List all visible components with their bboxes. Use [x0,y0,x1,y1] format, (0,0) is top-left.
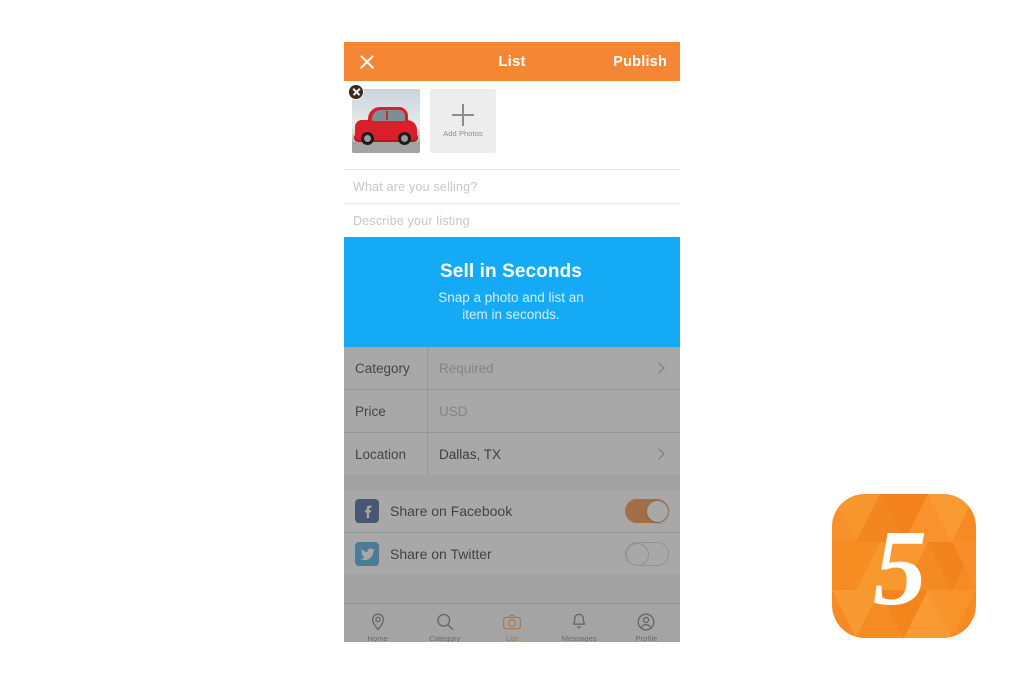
close-circle-icon[interactable] [348,84,364,100]
bottom-filler [344,575,680,603]
twitter-icon [355,542,379,566]
person-circle-icon [637,613,655,630]
toggle-knob [646,500,668,522]
app-logo: 5 [830,492,978,640]
publish-button[interactable]: Publish [613,54,667,70]
photo-thumbnail[interactable] [348,84,420,153]
tab-messages-label: Messages [561,633,597,643]
form-row-location[interactable]: Location Dallas, TX [344,433,680,475]
social-row-facebook[interactable]: Share on Facebook [344,490,680,533]
section-divider [344,475,680,490]
tab-list[interactable]: List [478,612,545,643]
app-logo-icon: 5 [832,494,976,638]
location-value: Dallas, TX [439,446,502,462]
category-label: Category [344,347,428,389]
twitter-toggle[interactable] [625,542,669,566]
toggle-knob [626,543,649,566]
twitter-label: Share on Twitter [390,546,492,562]
promo-title: Sell in Seconds [440,261,582,282]
facebook-icon [355,499,379,523]
price-value: USD [439,403,468,419]
category-value: Required [439,360,494,376]
close-icon[interactable] [357,52,377,72]
tab-profile-label: Profile [635,633,658,643]
listing-details-group: Category Required Price USD Location Dal… [344,347,680,475]
chevron-right-icon [648,448,670,460]
search-icon [437,613,453,630]
listing-title-input[interactable]: What are you selling? [344,169,680,203]
tab-list-label: List [505,633,519,643]
form-row-price[interactable]: Price USD [344,390,680,433]
location-pin-icon [371,612,384,630]
car-windows [372,110,405,121]
listing-title-placeholder: What are you selling? [353,179,478,194]
listing-description-placeholder: Describe your listing [353,213,470,228]
tab-messages[interactable]: Messages [546,612,613,643]
plus-icon [452,104,474,126]
listing-description-input[interactable]: Describe your listing [344,203,680,237]
form-row-category[interactable]: Category Required [344,347,680,390]
chevron-right-icon [648,362,670,374]
tab-home[interactable]: Home [344,612,411,643]
tab-profile[interactable]: Profile [613,612,680,643]
facebook-label: Share on Facebook [390,503,513,519]
tab-home-label: Home [367,633,388,643]
bell-icon [572,613,586,628]
tab-category[interactable]: Category [411,612,478,643]
app-header: List Publish [344,42,680,81]
photo-image [352,89,420,153]
car-front-wheel [361,132,374,145]
add-photos-button[interactable]: Add Photos [430,89,496,153]
bottom-tab-bar: Home Category List Messages Profile [344,603,680,642]
promo-banner: Sell in Seconds Snap a photo and list an… [344,237,680,347]
logo-digit: 5 [873,509,927,628]
facebook-toggle[interactable] [625,499,669,523]
car-rear-wheel [398,132,411,145]
promo-subtitle: Snap a photo and list an item in seconds… [438,290,584,322]
social-share-group: Share on Facebook Share on Twitter [344,490,680,575]
phone-screen: List Publish Add Photos What are you sel… [344,42,680,642]
dimmed-overlay-region: Category Required Price USD Location Dal… [344,347,680,642]
photo-ground [352,142,420,153]
tab-category-label: Category [429,633,461,643]
social-row-twitter[interactable]: Share on Twitter [344,533,680,575]
location-label: Location [344,433,428,475]
add-photos-label: Add Photos [443,129,483,138]
photo-strip: Add Photos [344,81,680,169]
camera-icon [503,614,521,629]
price-label: Price [344,390,428,432]
